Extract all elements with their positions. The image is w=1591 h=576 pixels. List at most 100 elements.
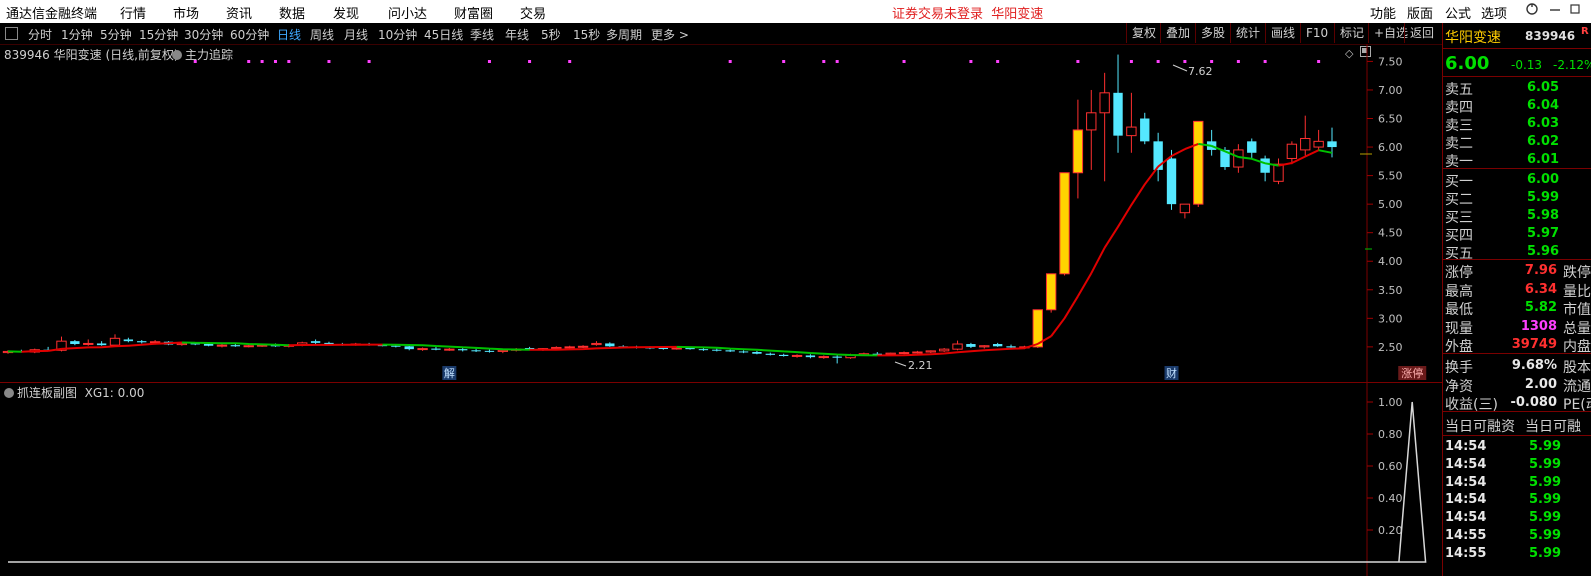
tool-back[interactable]: 返回 (1404, 23, 1439, 43)
candle[interactable] (458, 348, 468, 352)
candle[interactable] (1193, 120, 1204, 207)
candle[interactable] (1300, 115, 1311, 156)
period-1min[interactable]: 1分钟 (61, 26, 93, 43)
tool-mark[interactable]: 标记 (1334, 23, 1369, 43)
candle[interactable] (70, 340, 80, 346)
period-daily[interactable]: 日线 (277, 26, 301, 43)
ask-row[interactable]: 卖一 6.01 (1443, 151, 1591, 170)
candle[interactable] (979, 345, 990, 349)
candle[interactable] (791, 354, 803, 358)
period-30min[interactable]: 30分钟 (184, 26, 223, 43)
menu-item-layout[interactable]: 版面 (1407, 3, 1433, 22)
period-monthly[interactable]: 月线 (344, 26, 368, 43)
candle[interactable] (1126, 92, 1137, 153)
minimize-icon[interactable] (1545, 2, 1565, 20)
menu-item-function[interactable]: 功能 (1370, 3, 1396, 22)
sub-indicator-chart[interactable]: 1.00 0.80 0.60 0.40 0.20 (0, 384, 1442, 576)
period-15min[interactable]: 15分钟 (139, 26, 178, 43)
period-quarterly[interactable]: 季线 (470, 26, 494, 43)
candle[interactable] (1072, 99, 1084, 199)
candle[interactable] (471, 348, 481, 353)
candle[interactable] (1099, 72, 1110, 182)
user-icon[interactable] (1522, 2, 1542, 20)
tool-adjust[interactable]: 复权 (1126, 23, 1161, 43)
candle[interactable] (912, 350, 923, 354)
candle[interactable] (1179, 203, 1191, 219)
menu-item-formula[interactable]: 公式 (1445, 3, 1471, 22)
maximize-icon[interactable] (1565, 2, 1585, 20)
candle[interactable] (818, 355, 829, 359)
chart-divider[interactable] (0, 382, 1442, 383)
candle[interactable] (925, 350, 936, 354)
menu-item-discover[interactable]: 发现 (333, 3, 359, 22)
candle[interactable] (1153, 132, 1163, 182)
tool-multi-stock[interactable]: 多股 (1195, 23, 1230, 43)
period-10min[interactable]: 10分钟 (378, 26, 417, 43)
menu-item-quotes[interactable]: 行情 (120, 3, 146, 22)
candle[interactable] (938, 348, 950, 353)
candle[interactable] (417, 347, 428, 351)
period-yearly[interactable]: 年线 (505, 26, 529, 43)
candle[interactable] (778, 353, 789, 357)
tool-overlay[interactable]: 叠加 (1160, 23, 1195, 43)
ask-row[interactable]: 卖四 6.04 (1443, 97, 1591, 116)
tool-f10[interactable]: F10 (1300, 23, 1333, 43)
bid-row[interactable]: 买三 5.98 (1443, 207, 1591, 226)
candle[interactable] (123, 337, 134, 343)
candle[interactable] (1247, 138, 1257, 159)
bid-row[interactable]: 买二 5.99 (1443, 189, 1591, 208)
candle[interactable] (137, 340, 147, 344)
period-tick[interactable]: 分时 (28, 26, 52, 43)
bid-row[interactable]: 买一 6.00 (1443, 171, 1591, 190)
candle[interactable] (216, 344, 228, 348)
candle[interactable] (1313, 129, 1324, 150)
menu-item-news[interactable]: 资讯 (226, 3, 252, 22)
candle[interactable] (1140, 112, 1150, 145)
bid-row[interactable]: 买四 5.97 (1443, 225, 1591, 244)
tool-stats[interactable]: 统计 (1230, 23, 1265, 43)
candle[interactable] (1045, 273, 1057, 313)
panel-toggle-icon[interactable] (5, 27, 18, 40)
candle[interactable] (1206, 129, 1217, 156)
candle[interactable] (712, 348, 722, 352)
candle[interactable] (898, 351, 910, 355)
period-5min[interactable]: 5分钟 (100, 26, 132, 43)
period-5sec[interactable]: 5秒 (541, 26, 561, 43)
ask-row[interactable]: 卖二 6.02 (1443, 133, 1591, 152)
candle[interactable] (1233, 144, 1244, 173)
period-multi[interactable]: 多周期 (606, 26, 642, 43)
candle[interactable] (752, 350, 762, 355)
candle[interactable] (952, 340, 963, 351)
candle[interactable] (1006, 344, 1016, 349)
menu-item-data[interactable]: 数据 (279, 3, 305, 22)
candle[interactable] (83, 339, 94, 346)
menu-item-ask[interactable]: 问小达 (388, 3, 427, 22)
candle[interactable] (591, 341, 602, 346)
login-status[interactable]: 证券交易未登录 华阳变速 (892, 3, 1043, 22)
kline-chart[interactable]: 7.50 7.00 6.50 6.00 5.50 5.00 4.50 4.00 3.50 3.00… (0, 44, 1442, 384)
candle[interactable] (992, 342, 1003, 347)
tool-draw[interactable]: 画线 (1265, 23, 1300, 43)
event-marker[interactable]: 解 (442, 366, 457, 380)
candle[interactable] (1260, 155, 1270, 182)
candle[interactable] (96, 341, 107, 346)
period-45day[interactable]: 45日线 (424, 26, 463, 43)
candle[interactable] (577, 345, 589, 349)
menu-item-wealth[interactable]: 财富圈 (454, 3, 493, 22)
candle[interactable] (1273, 158, 1284, 185)
menu-item-market[interactable]: 市场 (173, 3, 199, 22)
candle[interactable] (605, 342, 615, 347)
candle[interactable] (805, 354, 816, 359)
candle[interactable] (832, 355, 842, 364)
candle[interactable] (1059, 172, 1070, 276)
event-marker[interactable]: 财 (1164, 366, 1179, 380)
event-marker[interactable]: 涨停 (1398, 366, 1427, 380)
candle[interactable] (431, 346, 441, 351)
candle[interactable] (1086, 89, 1097, 170)
candle[interactable] (765, 352, 775, 356)
candle[interactable] (966, 342, 976, 349)
period-more[interactable]: 更多 > (651, 26, 689, 43)
candle[interactable] (564, 345, 575, 349)
menu-item-options[interactable]: 选项 (1481, 3, 1507, 22)
period-weekly[interactable]: 周线 (310, 26, 334, 43)
